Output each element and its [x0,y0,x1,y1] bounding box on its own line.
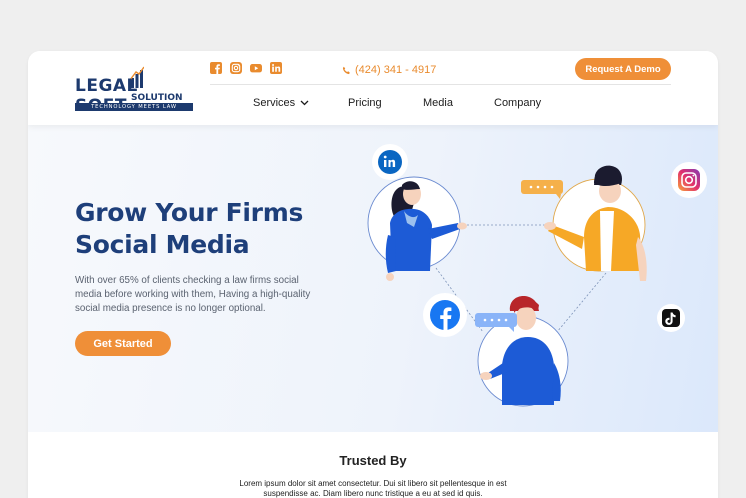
nav-services-label: Services [253,97,296,109]
nav-pricing[interactable]: Pricing [348,97,382,109]
chat-bubble-orange [521,180,563,199]
phone-number: (424) 341 - 4917 [355,64,437,76]
nav-company[interactable]: Company [494,97,541,109]
nav-services[interactable]: Services [253,97,309,109]
facebook-icon[interactable] [210,62,222,74]
hero-title: Grow Your Firms Social Media [75,198,304,259]
logo-word-left: LEGAL [75,76,138,96]
logo-tagline: TECHNOLOGY MEETS LAW [75,103,193,111]
phone-link[interactable]: (424) 341 - 4917 [342,64,436,76]
logo-subtitle: SOLUTION [131,93,183,103]
hero-section: Grow Your Firms Social Media With over 6… [28,125,718,432]
facebook-icon [423,293,467,337]
linkedin-icon[interactable] [270,62,282,74]
trusted-by-text: Lorem ipsum dolor sit amet consectetur. … [239,479,507,498]
hero-description: With over 65% of clients checking a law … [75,275,311,314]
linkedin-icon [372,144,408,180]
site-header: LEGALSOFT SOLUTION TECHNOLOGY MEETS LAW [28,51,718,125]
logo[interactable]: LEGALSOFT SOLUTION TECHNOLOGY MEETS LAW [75,64,195,116]
instagram-icon[interactable] [230,62,242,74]
get-started-button[interactable]: Get Started [75,331,171,356]
nav-media[interactable]: Media [423,97,453,109]
social-links [210,62,282,74]
chevron-down-icon [300,100,309,106]
instagram-icon [671,162,707,198]
youtube-icon[interactable] [250,62,262,74]
page-card: LEGALSOFT SOLUTION TECHNOLOGY MEETS LAW [28,51,718,498]
trusted-by-heading: Trusted By [339,453,407,468]
phone-icon [342,66,350,74]
hero-illustration [367,144,707,407]
tiktok-icon [657,304,685,332]
request-demo-button[interactable]: Request A Demo [575,58,671,80]
header-divider [210,84,671,85]
